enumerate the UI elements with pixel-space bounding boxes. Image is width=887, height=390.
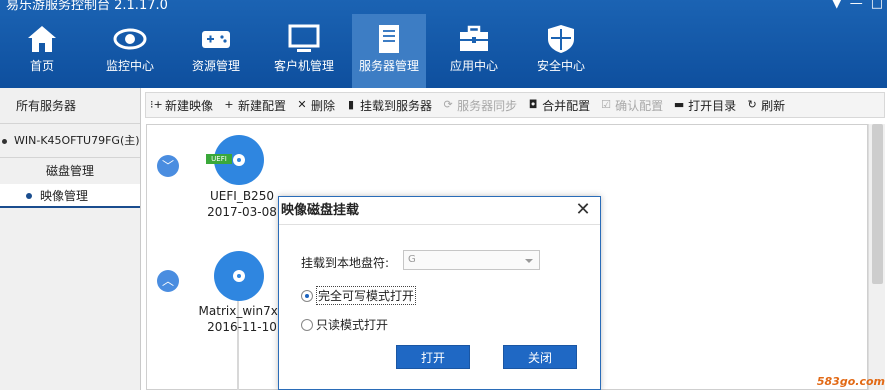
button-label: 打开目录 xyxy=(688,98,737,113)
disc-icon[interactable] xyxy=(214,251,264,301)
add-list-icon: ⁝+ xyxy=(150,98,163,111)
window-controls: ▼ — □ xyxy=(832,0,883,11)
nav-security[interactable]: 安全中心 xyxy=(522,14,600,88)
mount-to-server-button[interactable]: ▮ 挂载到服务器 xyxy=(345,97,432,114)
image-date: 2016-11-10 xyxy=(207,320,277,334)
scrollbar-thumb[interactable] xyxy=(872,124,883,284)
nav-apps[interactable]: 应用中心 xyxy=(426,14,522,88)
refresh-button[interactable]: ↻ 刷新 xyxy=(746,97,786,114)
server-icon xyxy=(379,25,399,53)
mount-image-dialog: 映像磁盘挂载 ✕ 挂载到本地盘符: G 完全可写模式打开 只读模式打开 打开 关… xyxy=(278,196,601,390)
nav-clients[interactable]: 客户机管理 xyxy=(256,14,352,88)
sidebar-item-disk-management[interactable]: 磁盘管理 xyxy=(0,158,140,184)
dialog-title: 映像磁盘挂载 ✕ xyxy=(279,197,600,225)
nav-label: 应用中心 xyxy=(449,59,498,73)
pin-icon[interactable]: ▼ xyxy=(832,0,842,11)
read-only-radio[interactable]: 只读模式打开 xyxy=(301,316,388,333)
server-name: WIN-K45OFTU79FG(主) xyxy=(14,134,140,147)
checkbox-icon: ☑ xyxy=(601,98,612,111)
plus-icon: + xyxy=(224,98,234,111)
read-write-radio[interactable]: 完全可写模式打开 xyxy=(301,286,417,305)
radio-unchecked-icon xyxy=(301,318,313,331)
close-window-icon[interactable]: □ xyxy=(871,0,883,11)
chevron-down-icon xyxy=(525,259,533,263)
button-label: 服务器同步 xyxy=(457,98,518,113)
server-small-icon: ▮ xyxy=(348,98,355,111)
bullet-icon xyxy=(26,193,32,199)
radio-label: 只读模式打开 xyxy=(316,318,389,332)
confirm-config-button[interactable]: ☑ 确认配置 xyxy=(600,97,663,114)
sidebar-server-item[interactable]: WIN-K45OFTU79FG(主) xyxy=(0,124,140,158)
sidebar-item-image-management[interactable]: 映像管理 xyxy=(0,184,140,208)
nav-label: 客户机管理 xyxy=(273,59,334,73)
window-title: 易乐游服务控制台 2.1.17.0 xyxy=(6,0,168,13)
button-label: 挂载到服务器 xyxy=(360,98,433,113)
close-icon: ✕ xyxy=(297,98,307,111)
toolbox-icon xyxy=(460,25,488,51)
nav-resources[interactable]: 资源管理 xyxy=(176,14,256,88)
merge-config-button[interactable]: ◘ 合并配置 xyxy=(527,97,590,114)
button-label: 删除 xyxy=(311,98,336,113)
bullet-icon xyxy=(2,139,7,144)
nav-servers[interactable]: 服务器管理 xyxy=(352,14,426,88)
minimize-icon[interactable]: — xyxy=(850,0,863,11)
server-sync-button[interactable]: ⟳ 服务器同步 xyxy=(442,97,517,114)
nav-label: 监控中心 xyxy=(105,59,154,73)
open-button[interactable]: 打开 xyxy=(396,345,470,369)
folder-icon: ▬ xyxy=(673,98,685,111)
delete-button[interactable]: ✕ 删除 xyxy=(296,97,335,114)
refresh-icon: ↻ xyxy=(747,98,757,111)
gamepad-icon xyxy=(202,31,230,48)
new-config-button[interactable]: + 新建配置 xyxy=(223,97,286,114)
nav-label: 资源管理 xyxy=(191,59,240,73)
image-name: UEFI_B250 xyxy=(210,189,274,203)
shield-icon xyxy=(548,25,574,53)
new-image-button[interactable]: ⁝+ 新建映像 xyxy=(150,97,213,114)
main-nav: 首页 监控中心 资源管理 客户机管理 服务器管理 应用中心 安全中心 xyxy=(0,14,600,88)
button-label: 刷新 xyxy=(761,98,786,113)
button-label: 确认配置 xyxy=(615,98,664,113)
image-date: 2017-03-08 xyxy=(207,205,277,219)
top-navigation-bar: 易乐游服务控制台 2.1.17.0 ▼ — □ 首页 监控中心 资源管理 客户机… xyxy=(0,0,887,88)
watermark: 583go.com xyxy=(816,375,885,388)
nav-label: 首页 xyxy=(29,59,54,73)
close-button[interactable]: 关闭 xyxy=(503,345,577,369)
button-label: 合并配置 xyxy=(542,98,591,113)
collapse-toggle-icon[interactable]: ﹀ xyxy=(157,155,179,177)
home-icon xyxy=(28,26,56,52)
radio-checked-icon xyxy=(301,289,313,302)
button-label: 新建配置 xyxy=(238,98,287,113)
nav-monitor[interactable]: 监控中心 xyxy=(84,14,176,88)
sidebar: 所有服务器 WIN-K45OFTU79FG(主) 磁盘管理 映像管理 xyxy=(0,88,141,390)
drive-letter-value: G xyxy=(408,254,416,265)
sidebar-all-servers[interactable]: 所有服务器 xyxy=(0,88,140,124)
dialog-title-text: 映像磁盘挂载 xyxy=(281,203,360,218)
uefi-badge: UEFI xyxy=(206,154,232,164)
sidebar-item-label: 映像管理 xyxy=(40,189,89,203)
button-label: 新建映像 xyxy=(165,98,214,113)
image-name: Matrix_win7x6 xyxy=(198,304,286,318)
sync-icon: ⟳ xyxy=(443,98,453,111)
nav-home[interactable]: 首页 xyxy=(0,14,84,88)
merge-icon: ◘ xyxy=(528,98,538,111)
nav-label: 安全中心 xyxy=(536,59,585,73)
expand-toggle-icon[interactable]: ︿ xyxy=(157,270,179,292)
eye-icon xyxy=(113,28,147,50)
monitor-icon xyxy=(288,24,320,52)
drive-letter-label: 挂载到本地盘符: xyxy=(301,256,390,270)
close-icon[interactable]: ✕ xyxy=(574,201,592,219)
vertical-scrollbar[interactable] xyxy=(868,124,885,390)
drive-letter-select[interactable]: G xyxy=(403,250,540,270)
toolbar: ⁝+ 新建映像 + 新建配置 ✕ 删除 ▮ 挂载到服务器 ⟳ 服务器同步 ◘ 合并配置 ☑ 确… xyxy=(145,92,885,118)
nav-label: 服务器管理 xyxy=(358,59,419,73)
radio-label: 完全可写模式打开 xyxy=(316,286,417,305)
open-directory-button[interactable]: ▬ 打开目录 xyxy=(673,97,736,114)
